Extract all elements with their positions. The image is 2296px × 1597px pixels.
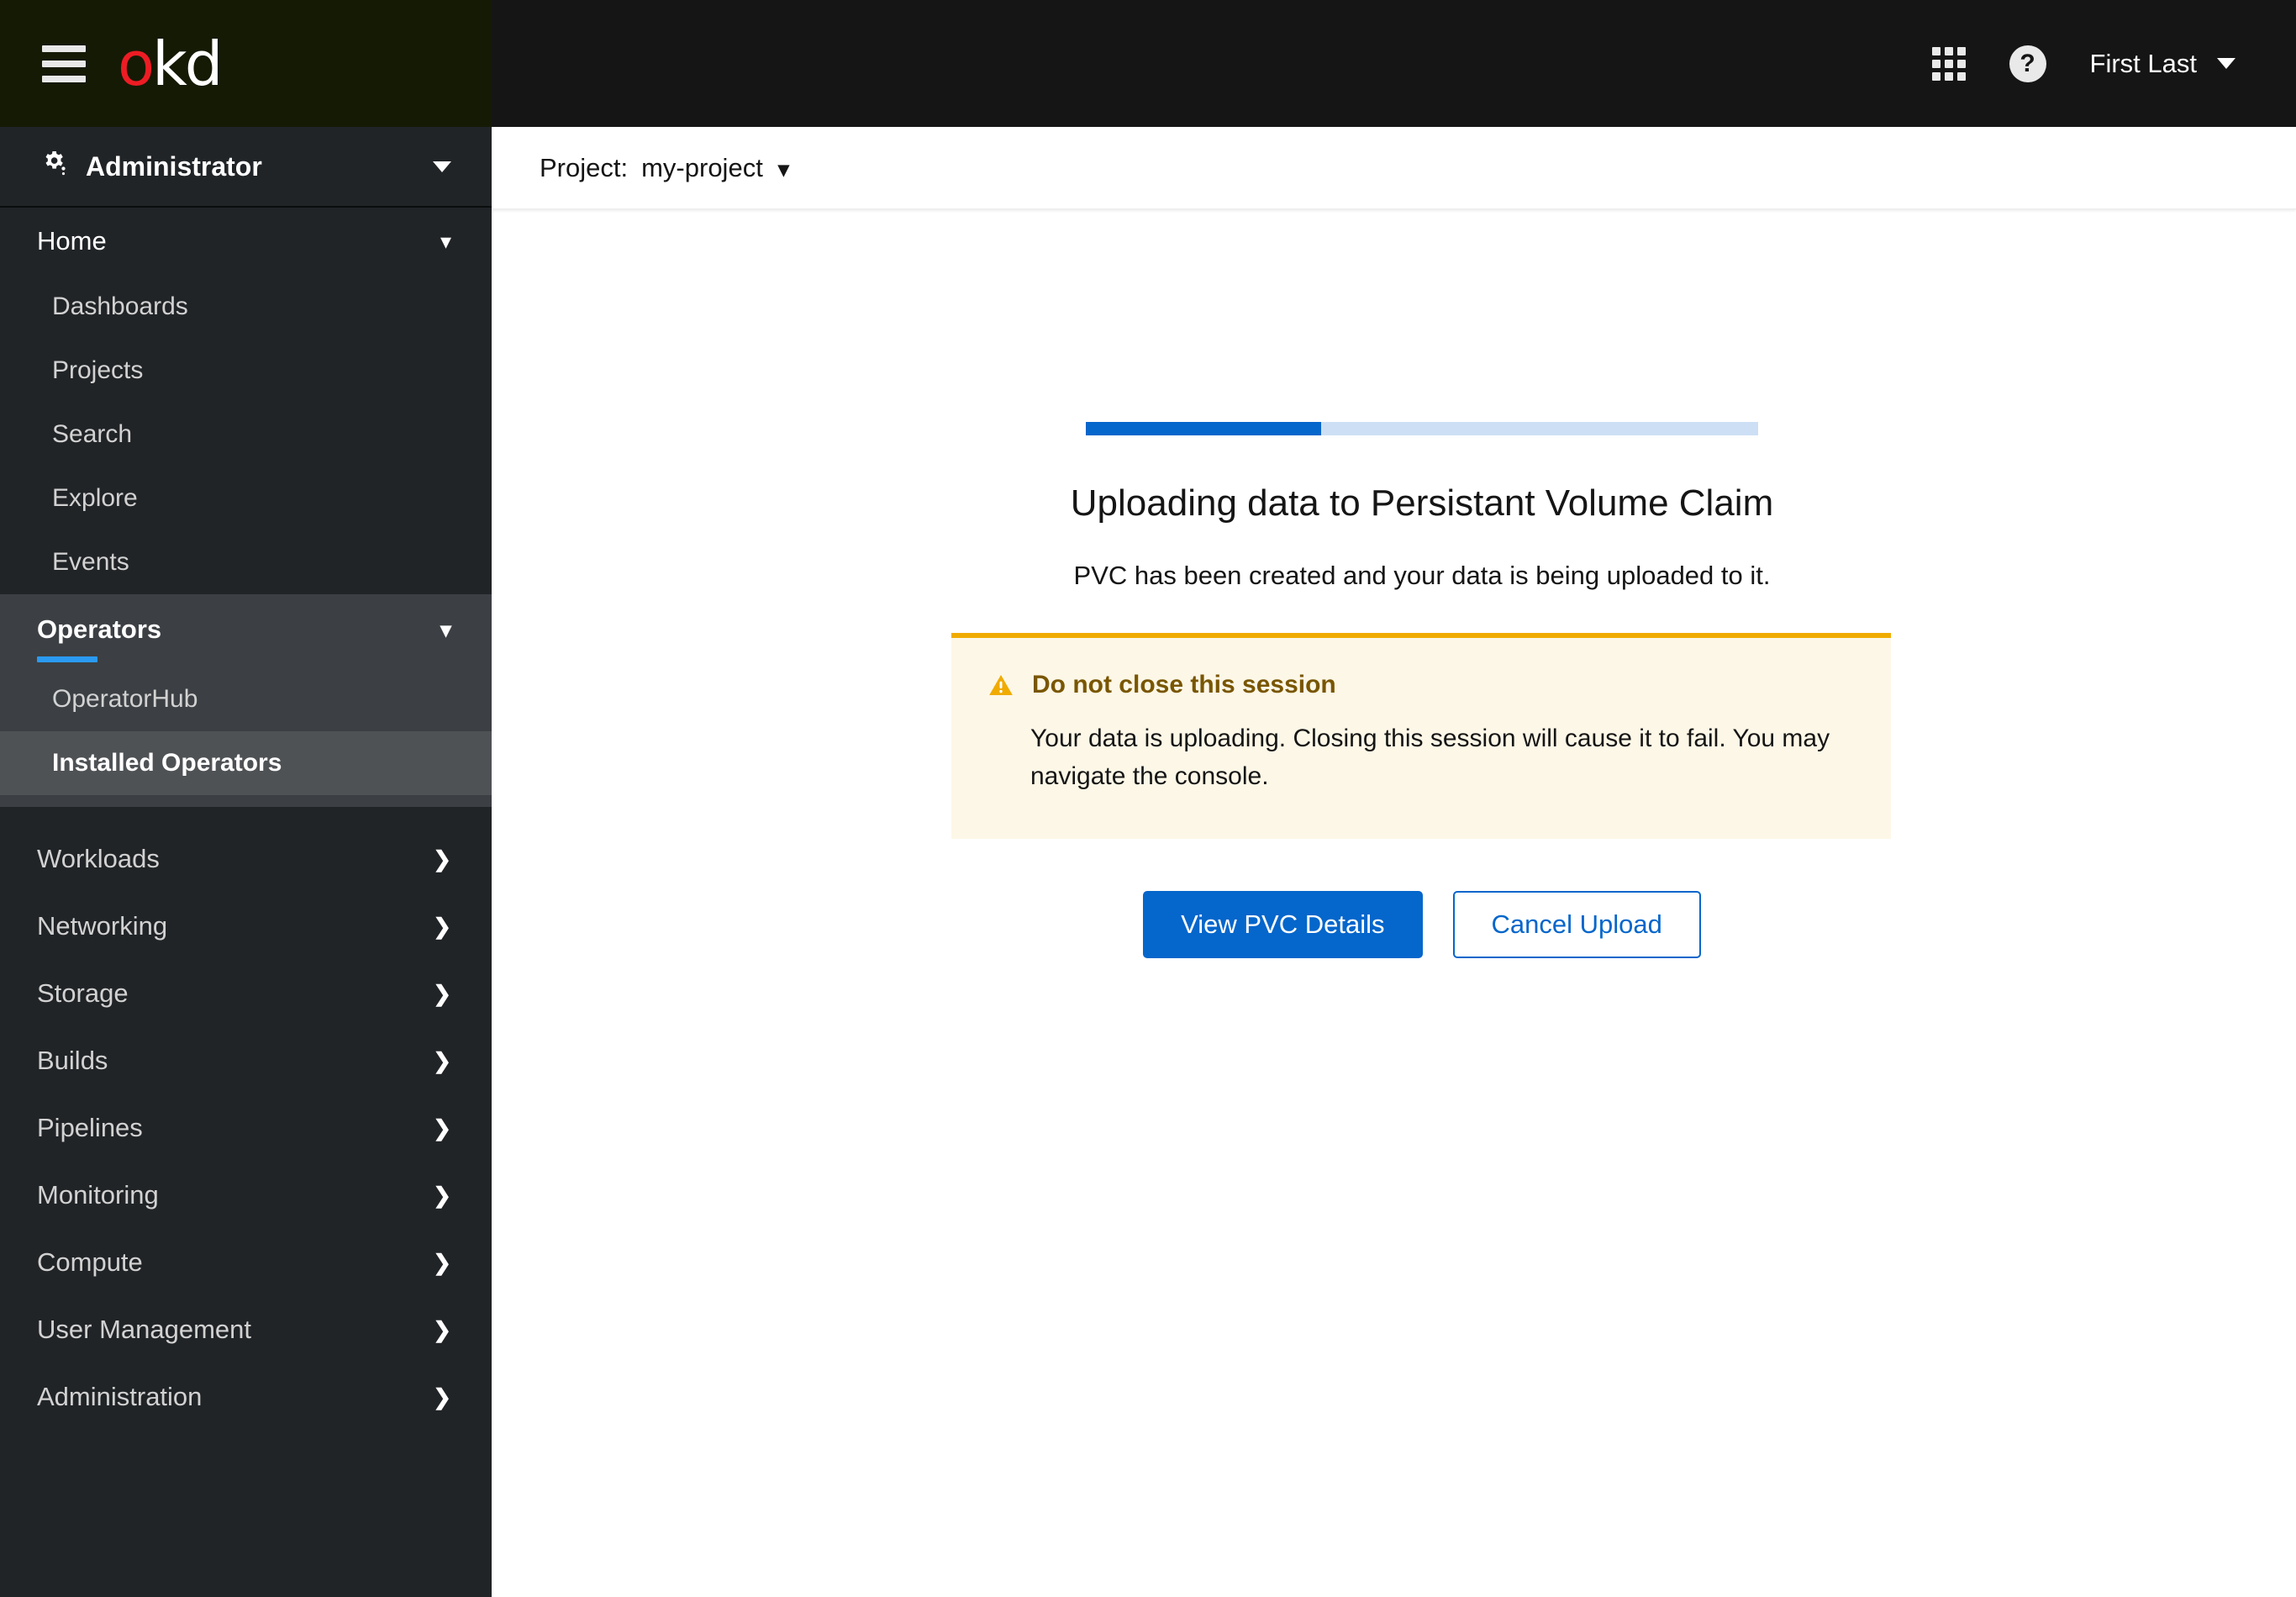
page-title: Uploading data to Persistant Volume Clai…	[1070, 482, 1774, 524]
nav-group-header-storage[interactable]: Storage ❯	[0, 960, 492, 1027]
sidebar-item-explore[interactable]: Explore	[0, 466, 492, 530]
warning-alert: Do not close this session Your data is u…	[951, 632, 1891, 839]
nav-group-header-administration[interactable]: Administration ❯	[0, 1363, 492, 1431]
nav-group-label: Compute	[37, 1247, 143, 1277]
chevron-right-icon: ❯	[433, 1048, 451, 1073]
nav-group-label: Operators	[37, 614, 162, 644]
chevron-right-icon: ❯	[433, 1183, 451, 1208]
nav-group-header-user-management[interactable]: User Management ❯	[0, 1296, 492, 1363]
chevron-down-icon: ▾	[440, 229, 451, 254]
sidebar-item-projects[interactable]: Projects	[0, 339, 492, 403]
sidebar-item-installed-operators[interactable]: Installed Operators	[0, 731, 492, 795]
cancel-upload-button[interactable]: Cancel Upload	[1452, 890, 1701, 959]
masthead-brand-area: okd	[0, 0, 492, 127]
warning-alert-body: Your data is uploading. Closing this ses…	[1030, 724, 1830, 790]
nav-group-header-operators[interactable]: Operators ▾	[0, 594, 492, 656]
project-selector[interactable]: Project: my-project ▾	[540, 153, 789, 183]
upload-content-area: Uploading data to Persistant Volume Clai…	[492, 209, 2296, 1597]
user-name-label: First Last	[2089, 48, 2197, 78]
hamburger-bar	[42, 75, 86, 82]
main-content: Project: my-project ▾ Uploading data to …	[492, 127, 2296, 1597]
help-icon[interactable]: ?	[2009, 45, 2046, 82]
logo-o: o	[118, 28, 155, 99]
active-group-indicator	[37, 656, 97, 662]
chevron-right-icon: ❯	[433, 1115, 451, 1141]
nav-group-home: Home ▾ Dashboards Projects Search Explor…	[0, 208, 492, 594]
nav-group-label: Builds	[37, 1046, 108, 1075]
logo-kd: kd	[152, 28, 223, 99]
upload-panel: Uploading data to Persistant Volume Clai…	[951, 422, 1893, 959]
warning-triangle-icon	[988, 673, 1014, 701]
nav-group-header-pipelines[interactable]: Pipelines ❯	[0, 1094, 492, 1162]
nav-group-header-builds[interactable]: Builds ❯	[0, 1027, 492, 1094]
view-pvc-details-button[interactable]: View PVC Details	[1143, 890, 1423, 959]
nav-group-label: Pipelines	[37, 1113, 143, 1142]
nav-group-label: Storage	[37, 978, 129, 1008]
nav-group-label: Monitoring	[37, 1180, 159, 1210]
nav-group-label: User Management	[37, 1315, 252, 1344]
sidebar-item-label: Dashboards	[52, 293, 188, 320]
okd-console: okd ? First Last Administrator Home ▾ Da…	[0, 0, 2296, 1597]
chevron-down-icon	[433, 161, 451, 172]
nav-group-header-compute[interactable]: Compute ❯	[0, 1229, 492, 1296]
sidebar-item-label: OperatorHub	[52, 685, 198, 713]
user-menu[interactable]: First Last	[2090, 49, 2235, 79]
chevron-right-icon: ❯	[433, 1250, 451, 1275]
upload-progress-fill	[1086, 422, 1321, 435]
sidebar-item-dashboards[interactable]: Dashboards	[0, 275, 492, 339]
masthead: okd ? First Last	[0, 0, 2296, 127]
body-split: Administrator Home ▾ Dashboards Projects…	[0, 127, 2296, 1597]
hamburger-bar	[42, 45, 86, 52]
nav-group-label: Home	[37, 226, 107, 256]
nav-toggle-icon[interactable]	[42, 45, 86, 82]
chevron-right-icon: ❯	[433, 914, 451, 939]
gears-icon	[40, 149, 69, 184]
application-launcher-icon[interactable]	[1931, 46, 1966, 81]
nav-group-operators: Operators ▾ OperatorHub Installed Operat…	[0, 594, 492, 807]
upload-progress-bar	[1086, 422, 1758, 435]
chevron-right-icon: ❯	[433, 1384, 451, 1410]
perspective-label: Administrator	[86, 150, 262, 182]
nav-group-label: Workloads	[37, 844, 160, 873]
nav-group-header-workloads[interactable]: Workloads ❯	[0, 825, 492, 893]
chevron-right-icon: ❯	[433, 846, 451, 872]
sidebar-item-search[interactable]: Search	[0, 403, 492, 466]
sidebar-item-label: Search	[52, 420, 133, 448]
nav-group-header-home[interactable]: Home ▾	[0, 208, 492, 275]
chevron-down-icon	[2217, 58, 2235, 69]
masthead-actions: ? First Last	[492, 0, 2296, 127]
chevron-right-icon: ❯	[433, 1317, 451, 1342]
chevron-right-icon: ❯	[433, 981, 451, 1006]
project-value: my-project	[641, 152, 763, 182]
nav-group-label: Administration	[37, 1382, 203, 1411]
nav-spacer	[0, 807, 492, 825]
sidebar-item-label: Explore	[52, 484, 138, 512]
sidebar-item-label: Projects	[52, 356, 144, 384]
nav-group-header-networking[interactable]: Networking ❯	[0, 893, 492, 960]
sidebar-item-label: Events	[52, 548, 129, 576]
sidebar: Administrator Home ▾ Dashboards Projects…	[0, 127, 492, 1597]
hamburger-bar	[42, 60, 86, 67]
warning-alert-header: Do not close this session	[988, 670, 1854, 701]
project-bar: Project: my-project ▾	[492, 127, 2296, 209]
page-subtitle: PVC has been created and your data is be…	[1073, 560, 1771, 590]
nav-group-header-monitoring[interactable]: Monitoring ❯	[0, 1162, 492, 1229]
sidebar-item-label: Installed Operators	[52, 749, 282, 777]
chevron-down-icon: ▾	[777, 155, 789, 182]
upload-actions: View PVC Details Cancel Upload	[951, 890, 1893, 959]
sidebar-item-events[interactable]: Events	[0, 530, 492, 594]
warning-alert-title: Do not close this session	[1032, 670, 1336, 698]
sidebar-item-operatorhub[interactable]: OperatorHub	[0, 667, 492, 731]
chevron-down-icon: ▾	[440, 617, 451, 642]
nav-group-label: Networking	[37, 911, 168, 941]
project-label: Project:	[540, 152, 629, 182]
perspective-switcher[interactable]: Administrator	[0, 127, 492, 208]
okd-logo[interactable]: okd	[118, 34, 223, 94]
